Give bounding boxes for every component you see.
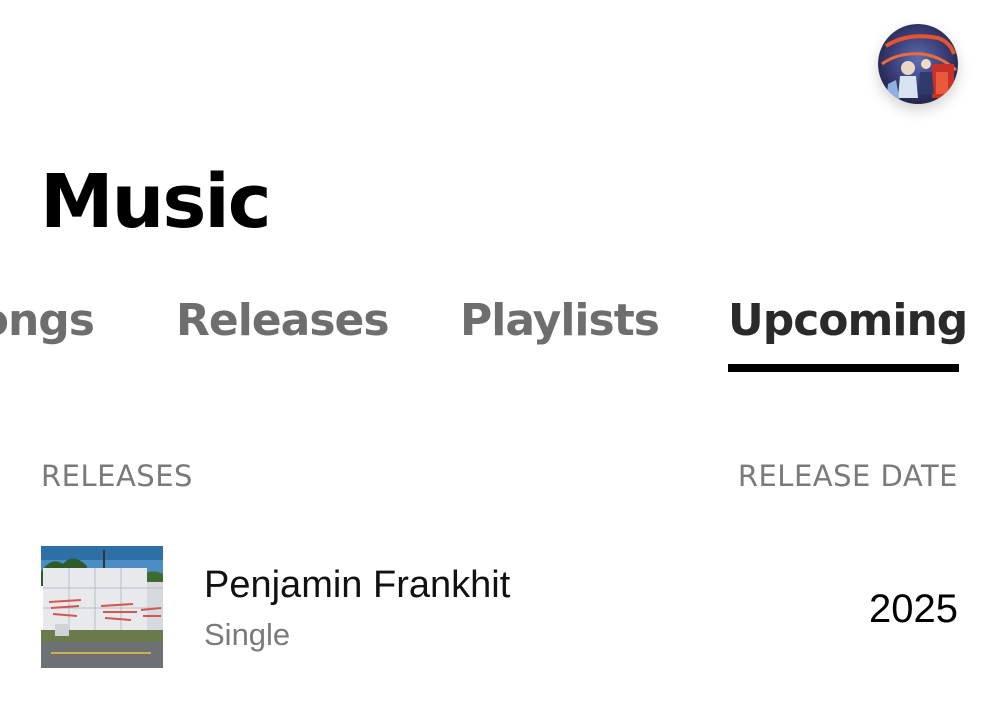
tab-playlists[interactable]: Playlists [460,290,660,352]
album-artwork-icon [41,546,163,668]
tab-songs[interactable]: ongs [0,290,95,352]
column-header-releases: RELEASES [41,459,193,493]
active-tab-indicator [728,364,959,372]
profile-avatar[interactable] [878,24,958,104]
tab-bar: ongs Releases Playlists Upcoming [0,290,1000,380]
music-page: Music ongs Releases Playlists Upcoming R… [0,0,1000,706]
release-list-item[interactable]: Penjamin Frankhit Single 2025 [0,546,1000,668]
page-title: Music [40,159,272,245]
tab-releases[interactable]: Releases [176,290,390,352]
release-artwork [41,546,163,668]
release-type: Single [204,617,291,652]
column-header-release-date: RELEASE DATE [737,459,958,493]
release-date: 2025 [869,587,958,631]
release-title: Penjamin Frankhit [204,564,511,606]
avatar-photo-icon [878,24,958,104]
tab-upcoming[interactable]: Upcoming [728,290,968,352]
